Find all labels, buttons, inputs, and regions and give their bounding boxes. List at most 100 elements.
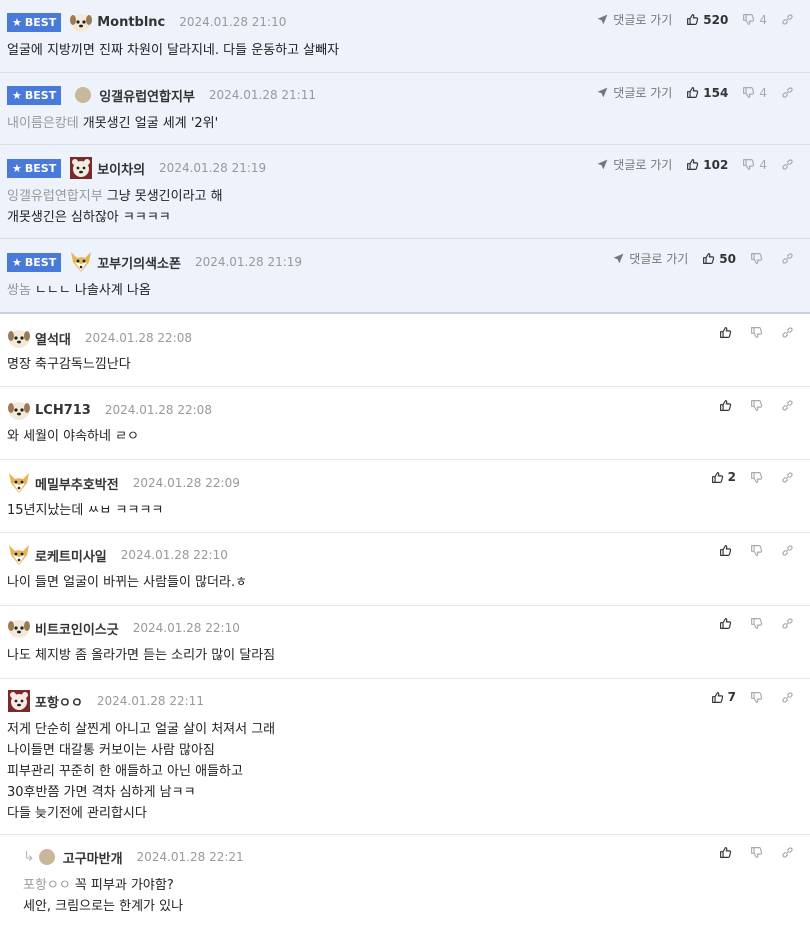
copy-link-button[interactable] xyxy=(781,471,798,484)
thumbs-down-icon xyxy=(750,252,763,265)
comment-line: 피부관리 꾸준히 한 애들하고 아닌 애들하고 xyxy=(7,764,243,779)
go-to-reply-link[interactable]: 댓글로 가기 xyxy=(612,250,688,267)
star-icon: ★ xyxy=(12,161,22,175)
thumbs-up-icon xyxy=(719,617,732,630)
copy-link-button[interactable] xyxy=(781,158,798,171)
copy-link-button[interactable] xyxy=(781,326,798,339)
best-comment: ★ BEST 꼬부기의색소폰 2024.01.28 21:19 댓글로 가기 50… xyxy=(0,239,810,314)
thumbs-down-icon xyxy=(742,86,755,99)
reply-target[interactable]: 쌍놈 xyxy=(7,283,31,298)
dislike-button[interactable]: 4 xyxy=(742,13,767,27)
copy-link-button[interactable] xyxy=(781,846,798,859)
comment-author[interactable]: 보이차의 xyxy=(97,159,145,178)
dislike-button[interactable]: 4 xyxy=(742,158,767,172)
dislike-button[interactable] xyxy=(750,544,767,557)
comment-body: 포항ㅇㅇ 꼭 피부과 가야함? 세안, 크림으로는 한계가 있나 xyxy=(23,875,798,917)
like-button[interactable] xyxy=(719,544,736,557)
avatar[interactable] xyxy=(75,87,92,103)
copy-link-button[interactable] xyxy=(781,691,798,704)
dislike-button[interactable] xyxy=(750,691,767,704)
thumbs-down-icon xyxy=(742,158,755,171)
comment-text: 꼭 피부과 가야함? xyxy=(74,878,174,893)
comment-author[interactable]: 포항ㅇㅇ xyxy=(35,692,83,711)
comment-text: 그냥 못생긴이라고 해 xyxy=(106,189,223,204)
like-button[interactable] xyxy=(719,399,736,412)
thumbs-up-icon xyxy=(719,544,732,557)
avatar-fox-icon[interactable] xyxy=(7,471,31,495)
comment-author[interactable]: 비트코인이스긋 xyxy=(35,619,119,638)
comment-actions xyxy=(705,399,798,412)
dislike-button[interactable] xyxy=(750,252,767,265)
reply-target[interactable]: 포항ㅇㅇ xyxy=(23,878,71,893)
like-button[interactable]: 520 xyxy=(686,13,728,27)
dislike-button[interactable] xyxy=(750,846,767,859)
like-button[interactable]: 102 xyxy=(686,158,728,172)
comment-text: 개못생긴 얼굴 세계 '2위' xyxy=(82,116,219,131)
comment-body: 쌍놈 ㄴㄴㄴ 나솔사계 나옴 xyxy=(7,280,798,301)
comment-author[interactable]: 로케트미사일 xyxy=(35,546,107,565)
best-comment: ★ BEST 보이차의 2024.01.28 21:19 댓글로 가기 102 4… xyxy=(0,145,810,239)
comment-author[interactable]: LCH713 xyxy=(35,403,91,418)
comment: LCH713 2024.01.28 22:08 와 세월이 야속하네 ㄹㅇ xyxy=(0,387,810,460)
link-icon xyxy=(781,691,794,704)
comment-line: 다들 늦기전에 관리합시다 xyxy=(7,806,147,821)
comment-date: 2024.01.28 22:08 xyxy=(104,403,212,417)
star-icon: ★ xyxy=(12,15,22,29)
reply-target[interactable]: 내이름은캉테 xyxy=(7,116,79,131)
comment-list: ★ BEST Montblnc 2024.01.28 21:10 댓글로 가기 5… xyxy=(0,0,810,930)
like-button[interactable]: 50 xyxy=(702,252,736,266)
avatar-dog-icon[interactable] xyxy=(7,326,31,350)
comment-author[interactable]: 고구마반개 xyxy=(63,848,123,867)
comment-author[interactable]: Montblnc xyxy=(97,15,165,30)
copy-link-button[interactable] xyxy=(781,252,798,265)
comment-date: 2024.01.28 22:09 xyxy=(132,476,240,490)
comment-author[interactable]: 열석대 xyxy=(35,329,71,348)
dislike-count: 4 xyxy=(759,85,767,100)
comment-author[interactable]: 메밀부추호박전 xyxy=(35,474,119,493)
comment: 비트코인이스긋 2024.01.28 22:10 나도 체지방 좀 올라가면 듣… xyxy=(0,606,810,679)
copy-link-button[interactable] xyxy=(781,544,798,557)
reply-target[interactable]: 잉갤유럽연합지부 xyxy=(7,189,103,204)
comment-body: 15년지났는데 ㅆㅂ ㅋㅋㅋㅋ xyxy=(7,500,798,521)
avatar-dog-icon[interactable] xyxy=(7,398,31,422)
like-button[interactable]: 154 xyxy=(686,86,728,100)
copy-link-button[interactable] xyxy=(781,86,798,99)
thumbs-up-icon xyxy=(686,13,699,26)
avatar-fox-icon[interactable] xyxy=(7,543,31,567)
like-button[interactable] xyxy=(719,846,736,859)
like-count: 7 xyxy=(727,690,736,704)
comment-body: 나도 체지방 좀 올라가면 듣는 소리가 많이 달라짐 xyxy=(7,645,798,666)
go-to-reply-link[interactable]: 댓글로 가기 xyxy=(596,11,672,28)
avatar-dog-icon[interactable] xyxy=(7,616,31,640)
like-button[interactable] xyxy=(719,617,736,630)
like-button[interactable] xyxy=(719,326,736,339)
go-to-reply-link[interactable]: 댓글로 가기 xyxy=(596,156,672,173)
reply-link-label: 댓글로 가기 xyxy=(613,13,673,27)
avatar-fox-icon[interactable] xyxy=(69,250,93,274)
dislike-button[interactable] xyxy=(750,326,767,339)
comment-author[interactable]: 꼬부기의색소폰 xyxy=(97,253,181,272)
copy-link-button[interactable] xyxy=(781,13,798,26)
comment-body: 명장 축구감독느낌난다 xyxy=(7,354,798,375)
like-button[interactable]: 2 xyxy=(711,470,736,484)
avatar-dog-icon[interactable] xyxy=(69,10,93,34)
copy-link-button[interactable] xyxy=(781,617,798,630)
thumbs-down-icon xyxy=(750,691,763,704)
avatar-bear-icon[interactable] xyxy=(7,689,31,713)
avatar[interactable] xyxy=(38,849,55,865)
avatar-bear-icon[interactable] xyxy=(69,156,93,180)
dislike-button[interactable] xyxy=(750,617,767,630)
dislike-button[interactable] xyxy=(750,399,767,412)
copy-link-button[interactable] xyxy=(781,399,798,412)
comment-line: 잉갤유럽연합지부 그냥 못생긴이라고 해 xyxy=(7,186,798,207)
thumbs-up-icon xyxy=(686,158,699,171)
comment-author[interactable]: 잉갤유럽연합지부 xyxy=(99,86,195,105)
dislike-button[interactable] xyxy=(750,471,767,484)
send-icon xyxy=(596,13,609,26)
dislike-button[interactable]: 4 xyxy=(742,86,767,100)
comment-date: 2024.01.28 21:19 xyxy=(159,161,267,175)
like-button[interactable]: 7 xyxy=(711,690,736,704)
go-to-reply-link[interactable]: 댓글로 가기 xyxy=(596,84,672,101)
thumbs-up-icon xyxy=(711,471,724,484)
comment-actions xyxy=(705,544,798,557)
